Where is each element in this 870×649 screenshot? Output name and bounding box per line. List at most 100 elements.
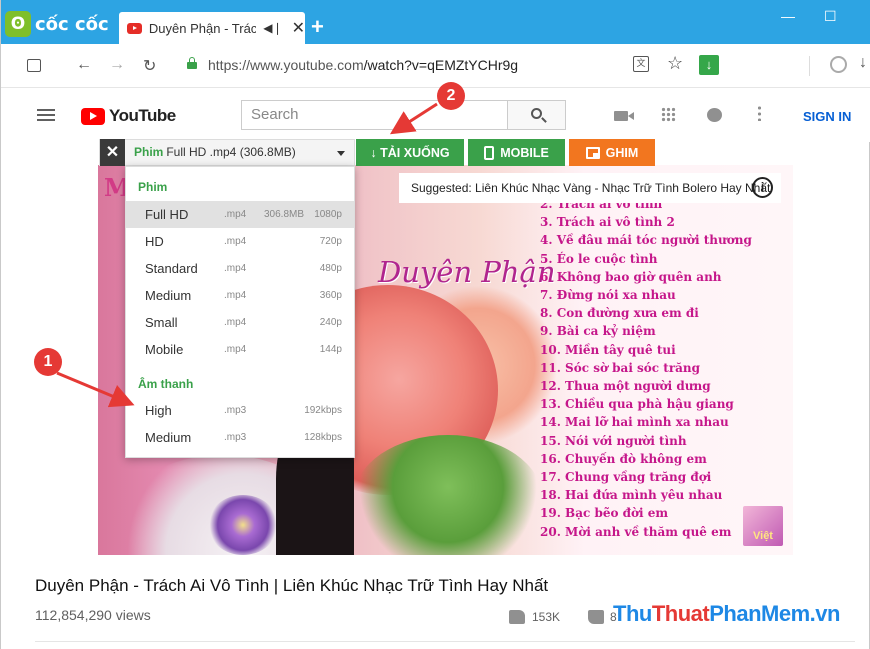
- format-option[interactable]: Full HD .mp4 306.8MB 1080p: [126, 201, 354, 228]
- star-icon[interactable]: ☆: [667, 53, 683, 74]
- format-resolution: 144p: [319, 344, 342, 355]
- new-tab-button[interactable]: +: [311, 14, 324, 40]
- youtube-play-icon: [81, 107, 105, 125]
- url-host: https://www.youtube.com: [208, 57, 364, 73]
- mobile-button[interactable]: MOBILE: [468, 139, 565, 166]
- dropdown-section-heading: Phim: [138, 180, 168, 194]
- video-art-leaf: [353, 435, 543, 555]
- site-watermark: ThuThuatPhanMem.vn: [613, 601, 840, 627]
- format-quality: Small: [145, 315, 178, 330]
- song-item: 4. Về đâu mái tóc người thương: [540, 233, 752, 248]
- search-button[interactable]: [507, 100, 566, 130]
- menu-icon[interactable]: [37, 109, 55, 121]
- watermark-part: Thuat: [651, 601, 710, 626]
- browser-window: ʘ cốc cốc Duyên Phận - Trác ◀❘ ✕ + — ☐ ←…: [0, 0, 870, 649]
- profile-icon[interactable]: [830, 56, 847, 73]
- search-input[interactable]: Search: [241, 100, 508, 130]
- format-quality: HD: [145, 234, 164, 249]
- reload-icon[interactable]: ↻: [143, 56, 156, 76]
- selected-format: Phim Full HD .mp4 (306.8MB): [134, 145, 296, 159]
- phone-icon: [484, 145, 495, 160]
- pin-button-label: GHIM: [605, 145, 639, 160]
- channel-badge: Việt: [743, 506, 783, 546]
- song-item: 9. Bài ca kỷ niệm: [540, 324, 656, 339]
- download-button[interactable]: ↓ TẢI XUỐNG: [356, 139, 464, 166]
- search-icon: [531, 108, 542, 119]
- song-item: 14. Mai lỡ hai mình xa nhau: [540, 415, 729, 430]
- close-tab-icon[interactable]: ✕: [292, 18, 305, 38]
- maximize-button[interactable]: ☐: [824, 8, 837, 25]
- format-quality: Mobile: [145, 342, 184, 357]
- format-ext: .mp4: [224, 290, 247, 301]
- toolbar-divider: [809, 56, 810, 76]
- download-icon[interactable]: ↓: [699, 55, 719, 75]
- browser-brand: cốc cốc: [35, 13, 109, 35]
- format-resolution: 128kbps: [304, 432, 342, 443]
- format-option[interactable]: HD .mp4 720p: [126, 228, 354, 255]
- sign-in-button[interactable]: SIGN IN: [803, 109, 851, 124]
- tab-youtube[interactable]: Duyên Phận - Trác ◀❘ ✕: [119, 12, 305, 44]
- like-button[interactable]: 153K: [509, 610, 560, 624]
- song-item: 8. Con đường xưa em đi: [540, 306, 699, 321]
- suggested-banner[interactable]: Suggested: Liên Khúc Nhạc Vàng - Nhạc Tr…: [399, 173, 781, 203]
- watermark-part: Thu: [613, 601, 652, 626]
- coccoc-logo-icon: ʘ: [5, 11, 31, 37]
- song-item: 5. Éo le cuộc tình: [540, 251, 658, 266]
- format-resolution: 1080p: [314, 209, 342, 220]
- format-option[interactable]: High .mp3 192kbps: [126, 397, 354, 424]
- suggested-text: Suggested: Liên Khúc Nhạc Vàng - Nhạc Tr…: [411, 181, 771, 195]
- divider: [35, 641, 855, 642]
- download-button-label: ↓ TẢI XUỐNG: [370, 145, 450, 160]
- format-resolution: 192kbps: [304, 405, 342, 416]
- like-count: 153K: [532, 610, 561, 624]
- messages-icon[interactable]: [707, 108, 722, 122]
- format-option[interactable]: Mobile .mp4 144p: [126, 336, 354, 363]
- dropdown-section-heading: Âm thanh: [138, 377, 194, 391]
- format-option[interactable]: Small .mp4 240p: [126, 309, 354, 336]
- info-icon[interactable]: i: [752, 177, 773, 198]
- youtube-logo[interactable]: YouTube: [81, 106, 176, 126]
- format-quality: Full HD: [145, 207, 189, 222]
- upload-video-icon[interactable]: [614, 111, 634, 121]
- url-path: /watch?v=qEMZtYCHr9g: [363, 57, 519, 73]
- apps-grid-icon[interactable]: [661, 107, 676, 122]
- format-resolution: 240p: [319, 317, 342, 328]
- thumbs-down-icon: [588, 610, 604, 624]
- youtube-header: YouTube Search SIGN IN: [1, 88, 870, 142]
- song-list: 2. Trách ai vô tình 3. Trách ai vô tình …: [540, 195, 752, 541]
- format-resolution: 480p: [319, 263, 342, 274]
- view-count: 112,854,290 views: [35, 607, 151, 623]
- song-item: 13. Chiều qua phà hậu giang: [540, 397, 734, 412]
- browser-logo[interactable]: ʘ cốc cốc: [5, 9, 109, 39]
- speaker-icon[interactable]: ◀❘: [263, 21, 282, 35]
- back-icon[interactable]: ←: [76, 56, 92, 74]
- format-select[interactable]: ✕ Phim Full HD .mp4 (306.8MB): [99, 139, 355, 166]
- format-size: 306.8MB: [264, 209, 305, 220]
- page-info-icon[interactable]: [27, 59, 41, 72]
- url-bar[interactable]: https://www.youtube.com/watch?v=qEMZtYCH…: [208, 57, 518, 73]
- song-item: 10. Miền tây quê tui: [540, 342, 676, 357]
- minimize-button[interactable]: —: [781, 8, 795, 24]
- more-options-icon[interactable]: [758, 105, 761, 121]
- video-title: Duyên Phận - Trách Ai Vô Tình | Liên Khú…: [35, 576, 549, 595]
- format-ext: .mp4: [224, 263, 247, 274]
- song-item: 7. Đừng nói xa nhau: [540, 288, 676, 303]
- translate-icon[interactable]: 文: [633, 56, 649, 72]
- song-item: 17. Chung vầng trăng đợi: [540, 470, 712, 485]
- pin-button[interactable]: GHIM: [569, 139, 655, 166]
- format-option[interactable]: Medium .mp4 360p: [126, 282, 354, 309]
- annotation-marker-1: 1: [34, 348, 62, 376]
- mobile-button-label: MOBILE: [500, 145, 549, 160]
- song-item: 16. Chuyến đò không em: [540, 451, 707, 466]
- format-quality: High: [145, 403, 172, 418]
- format-ext: .mp3: [224, 432, 247, 443]
- format-option[interactable]: Medium .mp3 128kbps: [126, 424, 354, 451]
- downloads-icon[interactable]: ↓: [859, 54, 867, 72]
- format-ext: .mp4: [224, 209, 247, 220]
- format-dropdown: Phim Full HD .mp4 306.8MB 1080p HD .mp4 …: [125, 166, 355, 458]
- close-downloader-button[interactable]: ✕: [100, 139, 125, 166]
- format-option[interactable]: Standard .mp4 480p: [126, 255, 354, 282]
- chevron-down-icon[interactable]: [337, 151, 345, 156]
- youtube-logo-text: YouTube: [109, 106, 176, 125]
- forward-icon[interactable]: →: [109, 56, 125, 74]
